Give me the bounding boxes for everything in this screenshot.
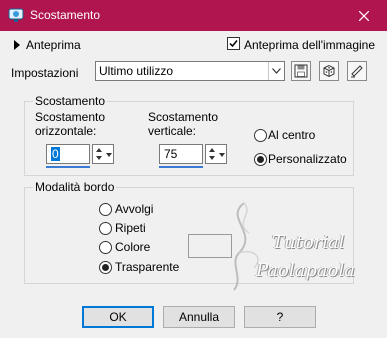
center-radio[interactable] (254, 129, 267, 142)
transparent-radio-label[interactable]: Trasparente (115, 260, 179, 274)
close-icon (359, 10, 369, 21)
cancel-button[interactable]: Annulla (163, 306, 235, 328)
spin-arrows-icon (96, 148, 112, 160)
window-title: Scostamento (30, 8, 101, 22)
vertical-offset-value: 75 (164, 147, 178, 161)
dice-icon (323, 64, 335, 78)
help-button[interactable]: ? (244, 306, 316, 328)
title-bar: Scostamento (0, 0, 387, 31)
image-preview-checkbox[interactable] (227, 37, 240, 50)
horizontal-offset-input[interactable]: 0 (46, 144, 90, 164)
randomize-button[interactable] (319, 61, 339, 81)
reset-button[interactable] (347, 61, 367, 81)
offset-group-title: Scostamento (33, 94, 108, 108)
horizontal-label-line1: Scostamento (35, 110, 106, 124)
save-icon (294, 64, 308, 78)
spin-arrows-icon (209, 148, 225, 160)
reset-icon (351, 65, 363, 78)
checkmark-icon (229, 40, 238, 48)
repeat-radio-label[interactable]: Ripeti (115, 221, 146, 235)
preview-toggle-label[interactable]: Anteprima (26, 38, 81, 52)
custom-radio[interactable] (254, 153, 267, 166)
app-icon (8, 8, 24, 22)
vertical-label-line1: Scostamento (148, 110, 219, 124)
vertical-offset-underline (159, 166, 203, 168)
transparent-radio[interactable] (99, 261, 112, 274)
save-preset-button[interactable] (291, 61, 311, 81)
watermark-line2: Paolapaola (256, 260, 355, 281)
close-button[interactable] (341, 0, 387, 31)
center-radio-label[interactable]: Al centro (268, 128, 315, 142)
presets-label: Impostazioni (11, 66, 79, 80)
presets-dropdown[interactable]: Ultimo utilizzo (95, 61, 285, 81)
repeat-radio[interactable] (99, 222, 112, 235)
vertical-offset-input[interactable]: 75 (159, 144, 203, 164)
expand-preview-icon[interactable] (12, 40, 22, 50)
horizontal-label-line2: orizzontale: (35, 124, 97, 138)
wrap-radio[interactable] (99, 203, 112, 216)
color-radio-label[interactable]: Colore (115, 240, 150, 254)
image-preview-label[interactable]: Anteprima dell'immagine (244, 38, 375, 52)
vertical-offset-stepper[interactable] (205, 144, 227, 164)
watermark: Tutorial Paolapaola (214, 198, 384, 293)
custom-radio-label[interactable]: Personalizzato (268, 152, 347, 166)
horizontal-offset-stepper[interactable] (92, 144, 114, 164)
watermark-line1: Tutorial (272, 232, 345, 253)
horizontal-offset-underline (46, 166, 90, 168)
edge-mode-group-title: Modalità bordo (33, 180, 117, 194)
ok-button[interactable]: OK (82, 306, 154, 328)
wrap-radio-label[interactable]: Avvolgi (115, 202, 153, 216)
presets-value: Ultimo utilizzo (99, 64, 174, 78)
color-radio[interactable] (99, 241, 112, 254)
chevron-down-icon[interactable] (268, 62, 284, 80)
horizontal-offset-value: 0 (51, 147, 60, 161)
vertical-label-line2: verticale: (148, 124, 197, 138)
